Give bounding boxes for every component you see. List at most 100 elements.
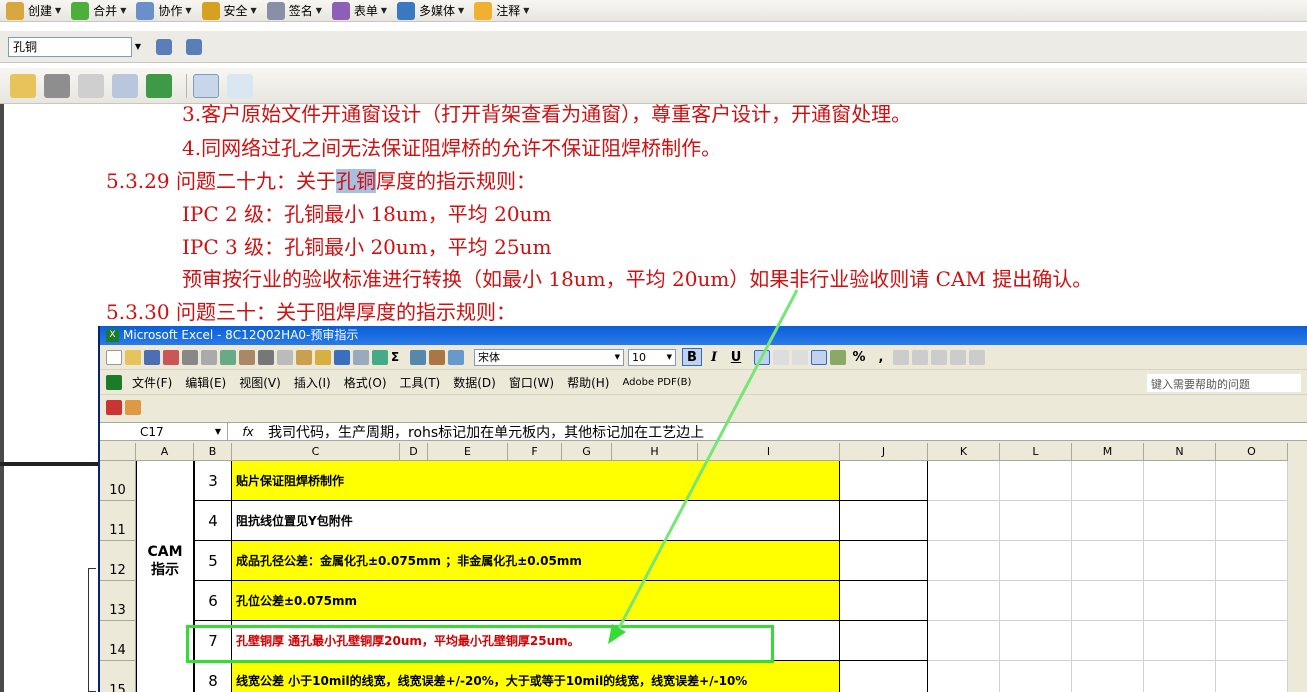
menu-view[interactable]: 视图(V) [239,374,281,391]
grid-cell[interactable] [840,581,928,621]
name-box[interactable]: C17 ▼ [100,423,228,440]
font-name-select[interactable]: 宋体 ▼ [474,348,624,366]
column-header-M[interactable]: M [1072,443,1144,461]
decrease-decimal-icon[interactable] [912,349,928,365]
undo-icon[interactable] [334,349,350,365]
align-left-icon[interactable] [754,349,770,365]
decrease-indent-icon[interactable] [931,349,947,365]
email-icon[interactable] [112,73,138,98]
grid-cell[interactable] [1072,621,1144,661]
instruction-text-cell[interactable]: 阻抗线位置见Y包附件 [232,501,840,541]
column-header-C[interactable]: C [232,443,400,461]
find-previous-icon[interactable] [156,38,172,55]
forms-button[interactable]: 表单 ▼ [331,1,387,21]
item-number-cell[interactable]: 4 [194,501,232,541]
drawing-icon[interactable] [448,349,464,365]
save-icon[interactable] [144,349,160,365]
fx-icon[interactable]: fx [228,425,268,439]
row-header-13[interactable]: 13 [100,581,136,621]
column-header-F[interactable]: F [508,443,562,461]
menu-insert[interactable]: 插入(I) [294,374,331,391]
grid-cell[interactable] [928,461,1000,501]
grid-cell[interactable] [1000,461,1072,501]
menu-help[interactable]: 帮助(H) [567,374,609,391]
formula-content[interactable]: 我司代码，生产周期，rohs标记加在单元板内，其他标记加在工艺边上 [268,422,704,442]
column-header-D[interactable]: D [400,443,428,461]
currency-icon[interactable] [830,349,846,365]
increase-indent-icon[interactable] [950,349,966,365]
select-all-corner[interactable] [100,443,136,461]
grid-cell[interactable] [840,621,928,661]
row-header-15[interactable]: 15 [100,661,136,692]
grid-cell[interactable] [928,621,1000,661]
column-header-A[interactable]: A [136,443,194,461]
underline-button[interactable]: U [726,348,746,366]
paste-icon[interactable] [296,349,312,365]
combine-button[interactable]: 合并 ▼ [71,1,126,21]
menu-file[interactable]: 文件(F) [132,374,172,391]
new-icon[interactable] [106,349,122,365]
convert-and-email-icon[interactable] [125,400,141,415]
grid-cell[interactable] [1144,621,1216,661]
grid-cell[interactable] [1000,581,1072,621]
borders-icon[interactable] [969,349,985,365]
grid-cell[interactable] [1072,461,1144,501]
format-painter-icon[interactable] [315,349,331,365]
grid-cell[interactable] [928,541,1000,581]
grid-cell[interactable] [1072,501,1144,541]
column-header-J[interactable]: J [840,443,928,461]
save-icon[interactable] [78,73,104,98]
copy-icon[interactable] [277,349,293,365]
align-center-icon[interactable] [773,349,789,365]
menu-window[interactable]: 窗口(W) [509,374,554,391]
grid-cell[interactable] [1000,501,1072,541]
instruction-text-cell[interactable]: 成品孔径公差：金属化孔±0.075mm ；非金属化孔±0.05mm [232,541,840,581]
font-size-select[interactable]: 10 ▼ [628,348,676,366]
menu-format[interactable]: 格式(O) [344,374,387,391]
grid-cell[interactable] [1216,461,1288,501]
grid-cell[interactable] [1072,541,1144,581]
column-header-G[interactable]: G [562,443,612,461]
find-next-icon[interactable] [186,38,202,55]
column-header-I[interactable]: I [698,443,840,461]
cut-icon[interactable] [258,349,274,365]
excel-doc-icon[interactable] [106,374,122,390]
item-number-cell[interactable]: 5 [194,541,232,581]
grid-cell[interactable] [1144,461,1216,501]
grid-cell[interactable] [1216,501,1288,541]
print-preview-icon[interactable] [201,349,217,365]
hyperlink-icon[interactable] [372,349,388,365]
find-dropdown-icon[interactable]: ▼ [132,37,144,57]
multimedia-button[interactable]: 多媒体 ▼ [397,1,464,21]
instruction-text-cell[interactable]: 孔位公差±0.075mm [232,581,840,621]
grid-cell[interactable] [1000,541,1072,581]
grid-cell[interactable] [1216,581,1288,621]
grid-cell[interactable] [1144,501,1216,541]
align-right-icon[interactable] [792,349,808,365]
grid-cell[interactable] [840,501,928,541]
instruction-text-cell[interactable]: 线宽公差 小于10mil的线宽，线宽误差+/-20%，大于或等于10mil的线宽… [232,661,840,692]
column-header-O[interactable]: O [1216,443,1288,461]
open-icon[interactable] [125,349,141,365]
column-header-E[interactable]: E [428,443,508,461]
merge-center-icon[interactable] [811,349,827,365]
excel-title-bar[interactable]: X Microsoft Excel - 8C12Q02HA0-预审指示 [100,326,1307,345]
column-header-B[interactable]: B [194,443,232,461]
print-icon[interactable] [44,73,70,98]
grid-cell[interactable] [1144,661,1216,692]
grid-cell[interactable] [928,501,1000,541]
instruction-text-cell[interactable]: 贴片保证阻焊桥制作 [232,461,840,501]
grid-cell[interactable] [1000,621,1072,661]
increase-decimal-icon[interactable] [893,349,909,365]
chart-wizard-icon[interactable] [429,349,445,365]
grid-cell[interactable] [928,581,1000,621]
column-header-L[interactable]: L [1000,443,1072,461]
menu-adobe-pdf[interactable]: Adobe PDF(B) [622,377,691,388]
research-icon[interactable] [239,349,255,365]
create-button[interactable]: 创建 ▼ [6,1,61,21]
grid-cell[interactable] [840,461,928,501]
comma-button[interactable]: , [871,348,891,366]
open-folder-icon[interactable] [10,73,36,98]
item-number-cell[interactable]: 6 [194,581,232,621]
fit-width-icon[interactable] [193,73,219,98]
